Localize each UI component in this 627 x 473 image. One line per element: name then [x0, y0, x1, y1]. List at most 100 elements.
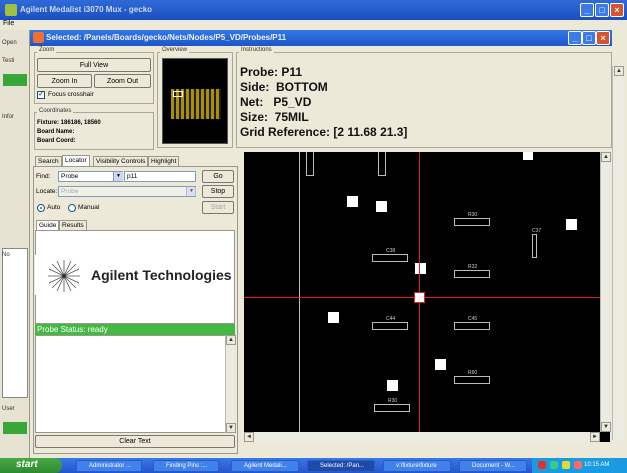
component-label: C38 — [386, 248, 396, 254]
canvas-horizontal-scrollbar[interactable]: ◄ ► — [244, 432, 600, 442]
locate-select[interactable]: Probe — [58, 186, 196, 197]
app-icon — [5, 4, 17, 16]
auto-radio[interactable] — [37, 204, 45, 212]
logo-text: Agilent Technologies — [91, 267, 232, 283]
zoom-in-button[interactable]: Zoom In — [37, 74, 92, 88]
taskbar-item[interactable]: Document - W... — [459, 460, 527, 472]
probe-pad[interactable] — [347, 196, 358, 207]
minimize-icon[interactable]: _ — [580, 3, 594, 17]
scroll-right-icon[interactable]: ► — [590, 432, 600, 442]
taskbar-item[interactable]: Finding Pins :... — [153, 460, 219, 472]
find-label: Find: — [36, 173, 51, 180]
tray-icon[interactable] — [538, 461, 546, 469]
board-coord: Board Coord: — [37, 138, 76, 144]
component-outline-r60 — [454, 376, 490, 384]
status-indicator — [3, 74, 27, 86]
component-outline-c37 — [532, 234, 537, 258]
instruction-size: Size: 75MIL — [240, 110, 309, 124]
taskbar-item[interactable]: Administrator ... — [76, 460, 142, 472]
outer-title-bar: Agilent Medalist i3070 Mux - gecko — [0, 0, 627, 20]
locate-label: Locate: — [36, 188, 58, 195]
overview-viewport — [173, 91, 183, 97]
probe-status: Probe Status: ready — [35, 324, 235, 335]
tab-locator[interactable]: Locator — [62, 155, 90, 166]
outer-left-panel: Open Testi Infor No User — [0, 30, 30, 458]
component-label: C37 — [532, 228, 542, 234]
find-input[interactable]: p11 — [124, 171, 196, 182]
menu-file[interactable]: File — [0, 20, 30, 30]
component-outline-c45 — [454, 322, 490, 330]
scroll-up-icon[interactable]: ▲ — [226, 335, 236, 345]
clock: 10:15 AM — [584, 462, 610, 468]
overview-label: Overview — [160, 47, 190, 53]
strip-label: Open — [2, 40, 17, 46]
close-icon[interactable]: × — [610, 3, 624, 17]
radio-dot — [40, 207, 42, 209]
probe-pad[interactable] — [387, 380, 398, 391]
window-icon — [33, 32, 44, 43]
taskbar-item[interactable]: Agilent Medali... — [231, 460, 299, 472]
agilent-spark-icon — [48, 260, 80, 292]
inner-title-bar: Selected: /Panels/Boards/gecko/Nets/Node… — [30, 30, 612, 46]
scroll-down-icon[interactable]: ▼ — [601, 422, 611, 432]
component-outline-r30b — [374, 404, 410, 412]
component-outline — [306, 152, 314, 176]
chevron-down-icon[interactable]: ▼ — [113, 172, 123, 181]
tray-icon[interactable] — [550, 461, 558, 469]
status-log — [35, 335, 235, 433]
zoom-label: Zoom — [37, 47, 57, 53]
start-button[interactable]: Start — [202, 201, 234, 214]
zoom-out-button[interactable]: Zoom Out — [94, 74, 151, 88]
selected-probe-pad[interactable] — [414, 292, 425, 303]
outer-vertical-scrollbar[interactable]: ▲ — [612, 66, 624, 440]
inner-close-icon[interactable]: × — [596, 31, 610, 45]
component-outline — [378, 152, 386, 176]
component-label: C45 — [468, 316, 478, 322]
fixture-coord: Fixture: 186186, 18560 — [37, 120, 101, 126]
scroll-up-icon[interactable]: ▲ — [614, 66, 624, 76]
manual-radio[interactable] — [68, 204, 76, 212]
instruction-side: Side: BOTTOM — [240, 80, 328, 94]
probe-pad[interactable] — [523, 152, 533, 160]
taskbar-item[interactable]: Selected: /Pan... — [307, 460, 375, 472]
maximize-icon[interactable]: □ — [595, 3, 609, 17]
strip-label: No — [2, 252, 10, 258]
focus-crosshair-label: Focus crosshair — [48, 91, 94, 98]
chevron-down-icon[interactable]: ▼ — [186, 187, 196, 196]
instruction-probe: Probe: P11 — [240, 65, 303, 79]
coordinates-label: Coordinates — [37, 108, 74, 114]
strip-label: Infor — [2, 114, 15, 120]
canvas-vertical-scrollbar[interactable]: ▲ ▼ — [600, 152, 611, 432]
scroll-left-icon[interactable]: ◄ — [244, 432, 254, 442]
taskbar-item[interactable]: v:\fixture\fixture — [383, 460, 451, 472]
component-label: C44 — [386, 316, 396, 322]
go-button[interactable]: Go — [202, 170, 234, 183]
clear-text-button[interactable]: Clear Text — [35, 435, 235, 448]
full-view-button[interactable]: Full View — [37, 58, 151, 72]
probe-pad[interactable] — [566, 219, 577, 230]
focus-crosshair-checkbox[interactable]: ✓ — [37, 91, 45, 99]
board-canvas[interactable]: R30 C37 C38 R32 C44 C45 R60 R30 ▲ ▼ ◄ ► — [244, 152, 611, 442]
manual-label: Manual — [78, 204, 100, 211]
strip-list — [2, 248, 28, 398]
tray-icon[interactable] — [574, 461, 582, 469]
inner-minimize-icon[interactable]: _ — [568, 31, 582, 45]
probe-pad[interactable] — [415, 263, 426, 274]
status-scrollbar[interactable]: ▲ ▼ — [225, 335, 236, 433]
start-button[interactable]: start — [0, 458, 62, 473]
probe-pad[interactable] — [376, 201, 387, 212]
scroll-down-icon[interactable]: ▼ — [226, 423, 236, 433]
component-outline-c44 — [372, 322, 408, 330]
component-label: R30 — [388, 398, 398, 404]
instruction-net: Net: P5_VD — [240, 95, 312, 109]
overview-map[interactable] — [162, 58, 228, 144]
tray-icon[interactable] — [562, 461, 570, 469]
probe-pad[interactable] — [328, 312, 339, 323]
inner-maximize-icon[interactable]: □ — [582, 31, 596, 45]
board-name: Board Name: — [37, 129, 75, 135]
scroll-up-icon[interactable]: ▲ — [601, 152, 611, 162]
component-outline-c38 — [372, 254, 408, 262]
probe-pad[interactable] — [435, 359, 446, 370]
component-label: R32 — [468, 264, 478, 270]
stop-button[interactable]: Stop — [202, 185, 234, 198]
